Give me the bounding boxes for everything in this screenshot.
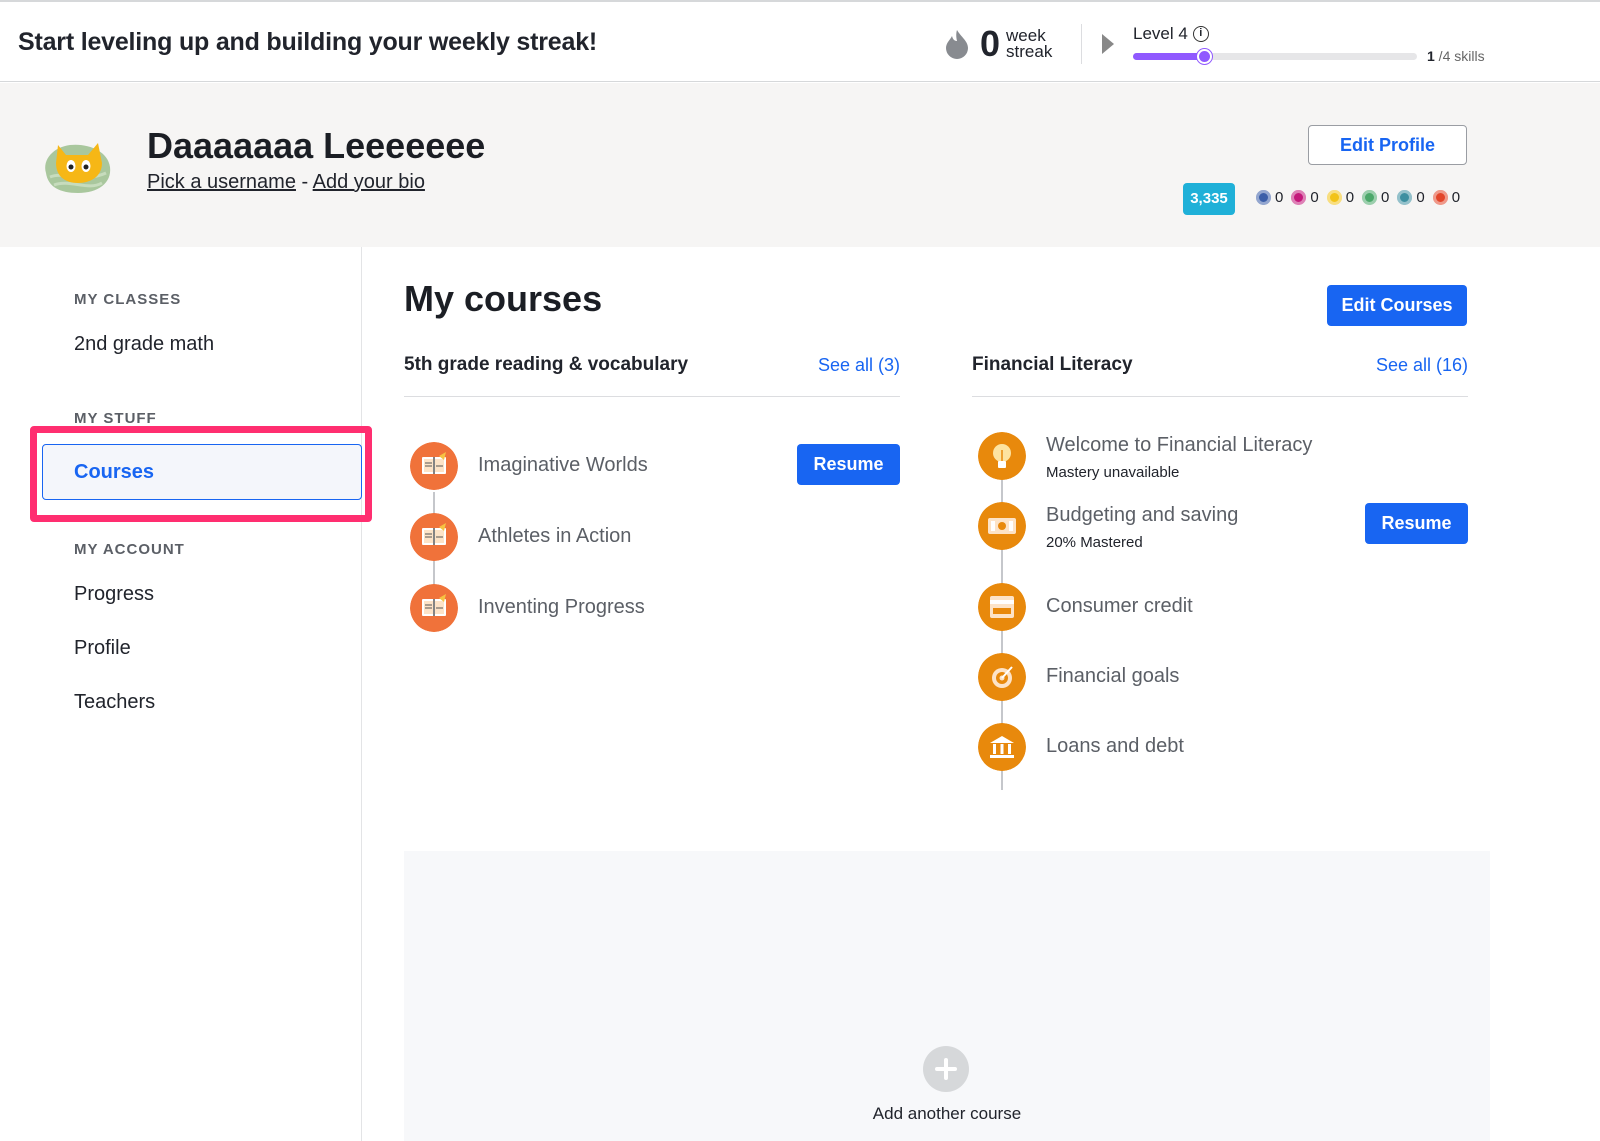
unit-row[interactable]: Inventing Progress <box>410 584 900 632</box>
unit-name: Inventing Progress <box>478 596 645 618</box>
unit-row[interactable]: Financial goals <box>978 653 1468 701</box>
unit-name: Financial goals <box>1046 665 1180 687</box>
unit-row[interactable]: Athletes in Action <box>410 513 900 561</box>
page-title: My courses <box>404 278 603 319</box>
my-classes-heading: MY CLASSES <box>74 291 182 308</box>
course-title[interactable]: Financial Literacy <box>972 354 1133 376</box>
see-all-link[interactable]: See all (16) <box>1376 355 1468 376</box>
unit-name: Imaginative Worlds <box>478 454 648 476</box>
add-course-card[interactable]: Add another course <box>404 851 1490 1141</box>
meteorite-badge[interactable]: 0 <box>1256 189 1283 206</box>
unit-name: Athletes in Action <box>478 525 632 547</box>
lightbulb-icon <box>978 432 1026 480</box>
unit-row[interactable]: Imaginative Worlds Resume <box>410 442 900 490</box>
avatar[interactable] <box>40 133 114 197</box>
unit-name: Consumer credit <box>1046 595 1193 617</box>
unit-mastery: Mastery unavailable <box>1046 464 1180 481</box>
moon-badge[interactable]: 0 <box>1397 189 1425 206</box>
book-icon <box>410 584 458 632</box>
badge-count: 0 <box>1345 189 1355 206</box>
bank-icon <box>978 723 1026 771</box>
earth-badge[interactable]: 0 <box>1362 189 1389 206</box>
sidebar-item-teachers[interactable]: Teachers <box>74 691 155 714</box>
sidebar: MY CLASSES 2nd grade math MY STUFF Cours… <box>0 247 362 1141</box>
top-bar: Start leveling up and building your week… <box>0 0 1600 82</box>
level-indicator[interactable]: Level 4 i <box>1133 24 1209 44</box>
meteorite-badge-icon <box>1256 190 1271 205</box>
unit-name: Welcome to Financial Literacy <box>1046 434 1313 456</box>
streak-count: 0 <box>980 23 1001 64</box>
black-hole-badge-icon <box>1291 190 1307 205</box>
badge-count: 0 <box>1416 189 1425 206</box>
sidebar-item-2nd-grade-math[interactable]: 2nd grade math <box>74 333 214 356</box>
sidebar-item-label: Courses <box>74 461 155 483</box>
book-icon <box>410 513 458 561</box>
energy-points-badge[interactable]: 3,335 <box>1183 183 1235 215</box>
challenge-patch[interactable]: 0 <box>1432 189 1461 206</box>
resume-button[interactable]: Resume <box>797 444 900 485</box>
level-progress-bar <box>1133 49 1417 64</box>
badge-counts[interactable]: 0 0 0 0 0 0 <box>1256 189 1460 206</box>
pick-username-link[interactable]: Pick a username <box>147 171 296 193</box>
add-bio-link[interactable]: Add your bio <box>313 171 425 193</box>
unit-row[interactable]: Loans and debt <box>978 723 1468 771</box>
unit-row[interactable]: Welcome to Financial Literacy Mastery un… <box>978 432 1468 481</box>
resume-button[interactable]: Resume <box>1365 503 1468 544</box>
earth-badge-icon <box>1362 190 1378 205</box>
profile-header: Daaaaaaa Leeeeeee Pick a username - Add … <box>0 83 1600 247</box>
sidebar-item-profile[interactable]: Profile <box>74 637 131 660</box>
level-progress-knob <box>1197 49 1212 64</box>
sun-badge[interactable]: 0 <box>1326 189 1355 206</box>
streak-label: week streak <box>1006 26 1053 61</box>
sidebar-item-progress[interactable]: Progress <box>74 583 154 606</box>
unit-name: Loans and debt <box>1046 735 1184 757</box>
unit-name: Budgeting and saving <box>1046 504 1239 526</box>
play-icon <box>1102 34 1114 54</box>
see-all-link[interactable]: See all (3) <box>818 355 900 376</box>
weekly-streak[interactable]: 0 week streak <box>944 24 1052 64</box>
skills-count: 1 /4 skills <box>1427 48 1485 64</box>
profile-links: Pick a username - Add your bio <box>147 171 425 193</box>
my-account-heading: MY ACCOUNT <box>74 541 185 558</box>
streak-headline: Start leveling up and building your week… <box>18 28 598 56</box>
divider <box>972 396 1468 397</box>
book-icon <box>410 442 458 490</box>
plus-icon[interactable] <box>923 1046 969 1092</box>
edit-courses-button[interactable]: Edit Courses <box>1327 285 1467 326</box>
money-icon <box>978 502 1026 550</box>
level-label: Level 4 <box>1133 24 1188 43</box>
flame-icon <box>946 30 968 59</box>
sun-badge-icon <box>1326 190 1342 205</box>
sidebar-item-courses[interactable]: Courses <box>42 444 362 500</box>
add-course-label[interactable]: Add another course <box>404 1104 1490 1124</box>
divider <box>404 396 900 397</box>
unit-row[interactable]: Budgeting and saving 20% Mastered Resume <box>978 502 1468 551</box>
badge-count: 0 <box>1381 189 1390 206</box>
unit-mastery: 20% Mastered <box>1046 534 1143 551</box>
unit-row[interactable]: Consumer credit <box>978 583 1468 631</box>
target-icon <box>978 653 1026 701</box>
topbar-divider <box>1081 24 1082 64</box>
edit-profile-button[interactable]: Edit Profile <box>1308 125 1467 165</box>
moon-badge-icon <box>1397 190 1413 205</box>
badge-count: 0 <box>1310 189 1319 206</box>
course-title[interactable]: 5th grade reading & vocabulary <box>404 354 688 376</box>
challenge-patch-icon <box>1432 190 1448 205</box>
profile-name: Daaaaaaa Leeeeeee <box>147 125 486 166</box>
black-hole-badge[interactable]: 0 <box>1291 189 1319 206</box>
badge-count: 0 <box>1451 189 1461 206</box>
info-icon[interactable]: i <box>1192 26 1209 42</box>
badge-count: 0 <box>1275 189 1284 206</box>
level-progress-fill <box>1133 53 1204 60</box>
my-stuff-heading: MY STUFF <box>74 410 157 427</box>
credit-card-icon <box>978 583 1026 631</box>
